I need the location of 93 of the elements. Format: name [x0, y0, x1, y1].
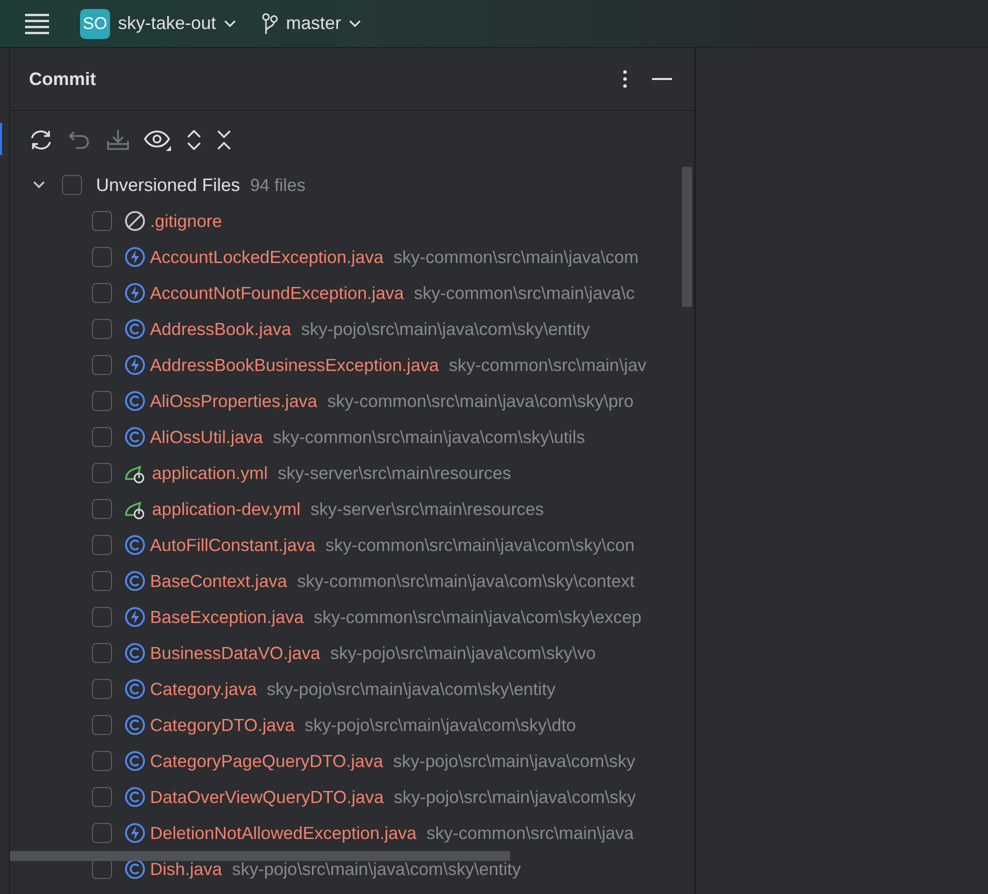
exception-class-icon	[124, 246, 146, 268]
checkbox[interactable]	[92, 535, 112, 555]
checkbox[interactable]	[92, 391, 112, 411]
class-icon	[124, 318, 146, 340]
branch-name: master	[286, 13, 342, 34]
file-name[interactable]: .gitignore	[150, 210, 222, 232]
file-name[interactable]: Category.java	[150, 678, 257, 700]
collapse-icon[interactable]	[216, 129, 232, 151]
file-path: sky-pojo\src\main\java\com\sky	[394, 786, 636, 808]
class-icon	[124, 570, 146, 592]
project-selector[interactable]: SO sky-take-out	[80, 8, 236, 38]
checkbox[interactable]	[92, 499, 112, 519]
checkbox[interactable]	[92, 823, 112, 843]
ignored-file-icon	[124, 210, 146, 232]
file-path: sky-pojo\src\main\java\com\sky\vo	[330, 642, 596, 664]
file-path: sky-common\src\main\java\com\sky\context	[297, 570, 635, 592]
eye-icon[interactable]	[144, 129, 172, 151]
class-icon	[124, 858, 146, 880]
file-path: sky-pojo\src\main\java\com\sky	[393, 750, 636, 772]
checkbox[interactable]	[92, 571, 112, 591]
branch-selector[interactable]: master	[262, 12, 362, 34]
checkbox[interactable]	[92, 679, 112, 699]
checkbox[interactable]	[92, 787, 112, 807]
checkbox[interactable]	[92, 319, 112, 339]
file-name[interactable]: CategoryPageQueryDTO.java	[150, 750, 384, 772]
file-name[interactable]: DataOverViewQueryDTO.java	[150, 786, 384, 808]
file-path: sky-pojo\src\main\java\com\sky\dto	[304, 714, 576, 736]
file-count: 94 files	[250, 174, 306, 196]
file-name[interactable]: BusinessDataVO.java	[150, 642, 320, 664]
horizontal-scrollbar[interactable]	[10, 851, 510, 861]
file-name[interactable]: application.yml	[152, 462, 268, 484]
project-badge: SO	[80, 8, 110, 38]
checkbox[interactable]	[92, 427, 112, 447]
branch-icon	[262, 12, 278, 34]
class-icon	[124, 426, 146, 448]
file-path: sky-common\src\main\jav	[448, 354, 646, 376]
file-name[interactable]: AccountNotFoundException.java	[150, 282, 404, 304]
checkbox[interactable]	[92, 607, 112, 627]
file-name[interactable]: AddressBook.java	[150, 318, 292, 340]
class-icon	[124, 642, 146, 664]
file-name[interactable]: BaseException.java	[150, 606, 304, 628]
class-icon	[124, 750, 146, 772]
checkbox[interactable]	[92, 247, 112, 267]
checkbox[interactable]	[92, 751, 112, 771]
file-path: sky-common\src\main\java\c	[414, 282, 635, 304]
refresh-icon[interactable]	[28, 129, 54, 151]
file-path: sky-common\src\main\java	[426, 822, 634, 844]
vertical-scrollbar[interactable]	[682, 167, 692, 307]
chevron-down-icon	[224, 20, 236, 28]
class-icon	[124, 678, 146, 700]
file-name[interactable]: AddressBookBusinessException.java	[150, 354, 439, 376]
checkbox[interactable]	[92, 643, 112, 663]
more-icon[interactable]	[622, 69, 628, 89]
file-path: sky-pojo\src\main\java\com\sky\entity	[301, 318, 590, 340]
file-name[interactable]: CategoryDTO.java	[150, 714, 295, 736]
file-path: sky-common\src\main\java\com\sky\excep	[314, 606, 642, 628]
file-name[interactable]: Dish.java	[150, 858, 222, 880]
chevron-down-icon	[349, 20, 362, 28]
file-path: sky-common\src\main\java\com\sky\con	[325, 534, 635, 556]
project-name: sky-take-out	[118, 13, 216, 34]
checkbox[interactable]	[92, 355, 112, 375]
exception-class-icon	[124, 606, 146, 628]
file-path: sky-pojo\src\main\java\com\sky\entity	[266, 678, 556, 700]
exception-class-icon	[124, 282, 146, 304]
menu-icon[interactable]	[24, 12, 50, 34]
file-name[interactable]: application-dev.yml	[152, 498, 300, 520]
file-name[interactable]: AliOssProperties.java	[150, 390, 318, 412]
checkbox[interactable]	[92, 463, 112, 483]
file-path: sky-pojo\src\main\java\com\sky\entity	[232, 858, 521, 880]
checkbox[interactable]	[92, 715, 112, 735]
file-path: sky-common\src\main\java\com\sky\pro	[327, 390, 634, 412]
file-path: sky-server\src\main\resources	[278, 462, 512, 484]
checkbox[interactable]	[92, 283, 112, 303]
group-label: Unversioned Files	[96, 174, 240, 196]
file-name[interactable]: BaseContext.java	[150, 570, 288, 592]
checkbox[interactable]	[62, 175, 82, 195]
class-icon	[124, 534, 146, 556]
class-icon	[124, 714, 146, 736]
file-path: sky-server\src\main\resources	[310, 498, 544, 520]
exception-class-icon	[124, 822, 146, 844]
class-icon	[124, 786, 146, 808]
file-name[interactable]: DeletionNotAllowedException.java	[150, 822, 417, 844]
file-name[interactable]: AliOssUtil.java	[150, 426, 263, 448]
class-icon	[124, 390, 146, 412]
file-name[interactable]: AccountLockedException.java	[150, 246, 384, 268]
file-name[interactable]: AutoFillConstant.java	[150, 534, 316, 556]
expand-icon[interactable]	[186, 129, 202, 151]
checkbox[interactable]	[92, 211, 112, 231]
exception-class-icon	[124, 354, 146, 376]
panel-title: Commit	[29, 68, 97, 90]
file-path: sky-common\src\main\java\com\sky\utils	[272, 426, 585, 448]
file-path: sky-common\src\main\java\com	[393, 246, 639, 268]
minimize-icon[interactable]	[652, 77, 672, 81]
